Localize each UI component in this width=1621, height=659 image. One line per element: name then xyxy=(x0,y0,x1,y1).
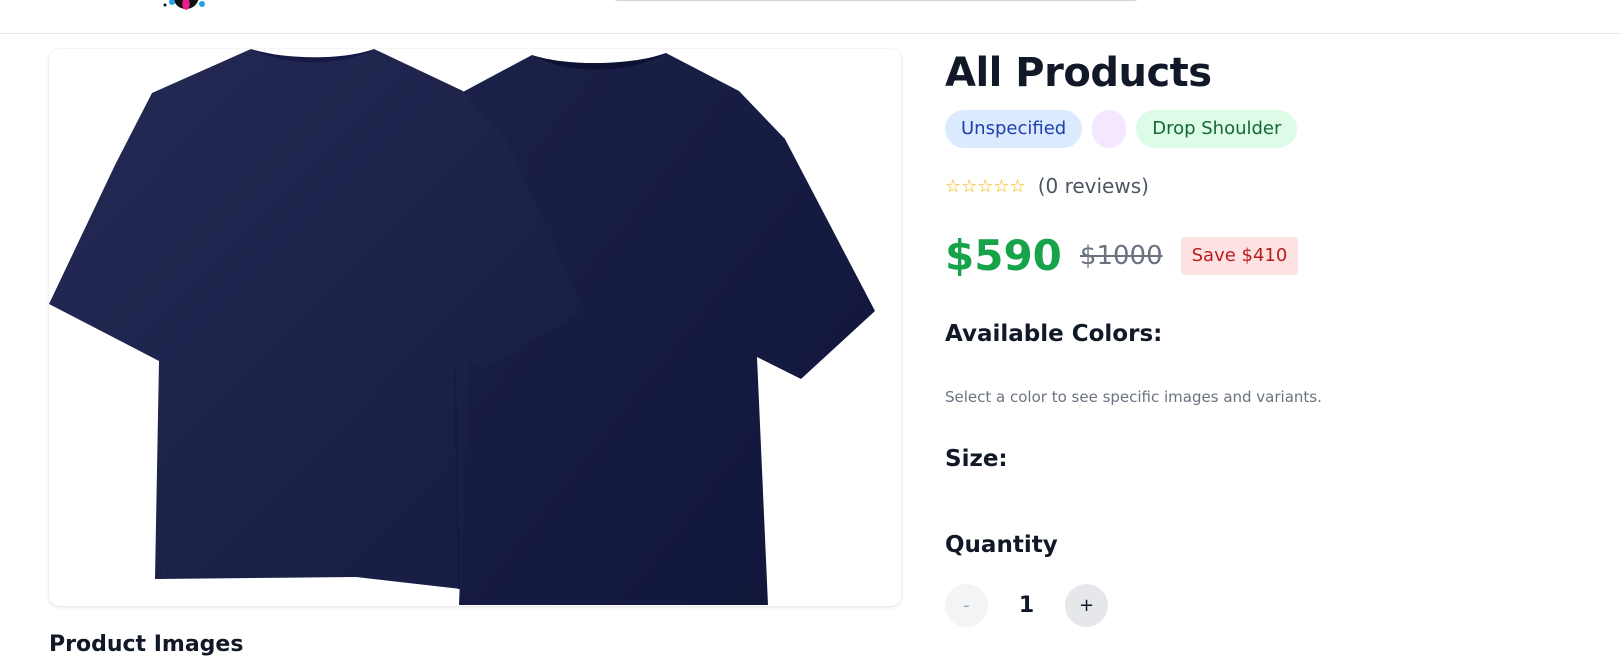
size-heading: Size: xyxy=(945,446,1008,472)
tag-unspecified[interactable]: Unspecified xyxy=(945,110,1083,148)
site-header xyxy=(0,0,1621,34)
quantity-stepper: - 1 + xyxy=(945,584,1108,627)
savings-badge: Save $410 xyxy=(1180,236,1299,275)
current-price: $590 xyxy=(945,231,1062,280)
quantity-value: 1 xyxy=(1018,593,1035,618)
reviews-count[interactable]: (0 reviews) xyxy=(1038,174,1149,198)
star-rating-icon: ☆☆☆☆☆ xyxy=(945,175,1026,197)
search-bar[interactable] xyxy=(612,0,1140,1)
increment-button[interactable]: + xyxy=(1065,584,1108,627)
tag-empty[interactable] xyxy=(1092,110,1127,148)
product-title: All Products xyxy=(945,50,1212,96)
quantity-heading: Quantity xyxy=(945,532,1058,558)
original-price: $1000 xyxy=(1079,240,1163,271)
price-row: $590 $1000 Save $410 xyxy=(945,231,1299,280)
tag-drop-shoulder[interactable]: Drop Shoulder xyxy=(1136,110,1298,148)
product-rating: ☆☆☆☆☆ (0 reviews) xyxy=(945,174,1149,198)
main-product-image[interactable] xyxy=(49,49,901,606)
colors-hint: Select a color to see specific images an… xyxy=(945,388,1322,406)
available-colors-heading: Available Colors: xyxy=(945,321,1163,347)
brand-logo[interactable] xyxy=(150,0,220,20)
product-images-heading: Product Images xyxy=(49,632,244,657)
decrement-button[interactable]: - xyxy=(945,584,988,627)
product-tags: Unspecified Drop Shoulder xyxy=(945,110,1298,148)
